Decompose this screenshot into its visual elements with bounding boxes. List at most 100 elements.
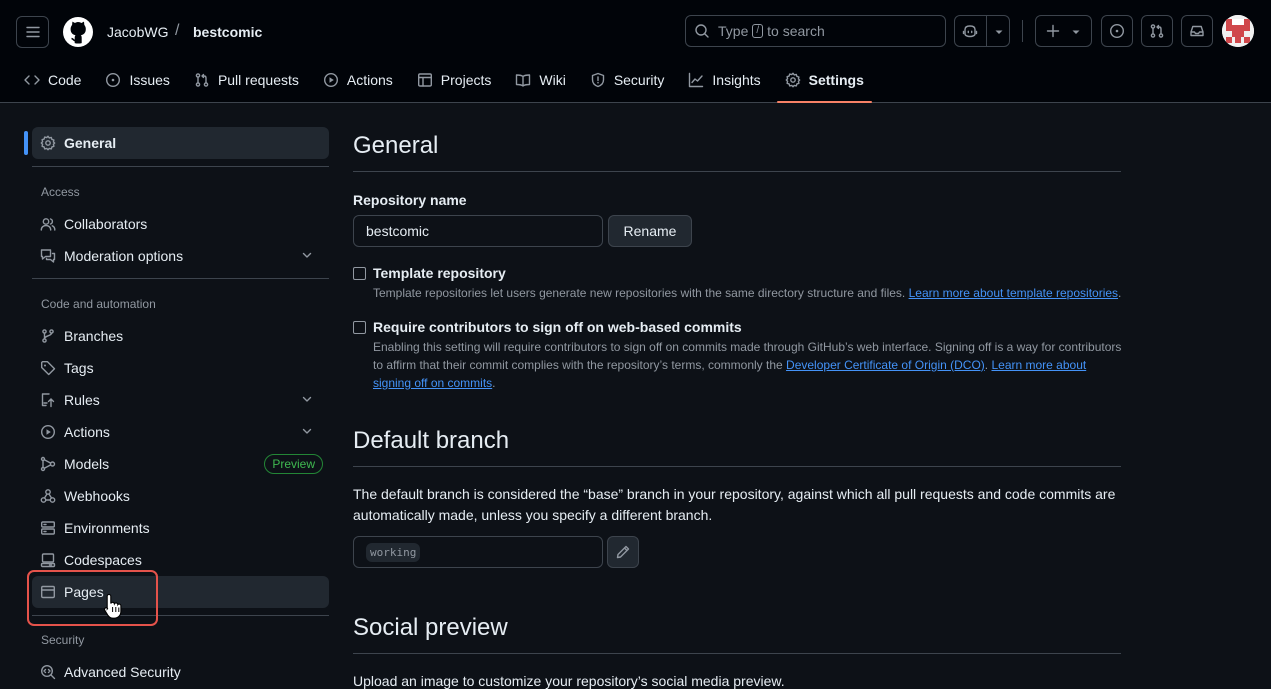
tab-label: Projects: [440, 72, 492, 88]
copilot-icon: [962, 25, 978, 38]
hand-pointer-cursor-icon: [103, 593, 122, 619]
repository-name-input[interactable]: bestcomic: [353, 215, 603, 247]
chevron-down-icon: [302, 428, 312, 434]
sidebar-heading-security: Security: [41, 633, 85, 647]
sign-off-checkbox[interactable]: [353, 321, 366, 334]
page-title: General: [353, 132, 439, 159]
sidebar-item-environments[interactable]: Environments: [32, 512, 329, 544]
github-logo-icon[interactable]: [62, 16, 94, 48]
sidebar-item-rules[interactable]: Rules: [32, 384, 329, 416]
selected-indicator: [24, 131, 28, 155]
dco-link[interactable]: Developer Certificate of Origin (DCO): [786, 358, 985, 372]
sidebar-item-collaborators[interactable]: Collaborators: [32, 208, 329, 240]
tab-label: Security: [613, 72, 665, 88]
repo-tab-nav: Code Issues Pull requests Actions Projec…: [16, 62, 880, 103]
sidebar-item-tags[interactable]: Tags: [32, 352, 329, 384]
sidebar-item-advanced-security[interactable]: Advanced Security: [32, 656, 329, 688]
comment-discussion-icon: [40, 249, 56, 263]
search-input[interactable]: Type / to search: [685, 15, 946, 47]
sidebar-item-models[interactable]: Models Preview: [32, 448, 329, 480]
learn-more-template-link[interactable]: Learn more about template repositories: [909, 286, 1118, 300]
breadcrumb-separator: /: [175, 22, 180, 39]
default-branch-field: working: [353, 536, 603, 568]
sidebar-item-label: Advanced Security: [64, 664, 181, 680]
edit-default-branch-button[interactable]: [607, 536, 639, 568]
codescan-icon: [40, 664, 56, 680]
tab-actions[interactable]: Actions: [315, 62, 401, 98]
sidebar-divider: [32, 166, 329, 167]
sidebar-item-actions[interactable]: Actions: [32, 416, 329, 448]
tab-label: Wiki: [539, 72, 566, 88]
sidebar-item-general[interactable]: General: [32, 127, 329, 159]
sidebar-item-label: Models: [64, 456, 110, 472]
server-icon: [41, 521, 56, 535]
copilot-divider: [986, 16, 987, 46]
gear-icon: [785, 72, 801, 88]
tab-label: Code: [48, 72, 82, 88]
sidebar-item-label: Codespaces: [64, 552, 142, 568]
user-avatar[interactable]: [1222, 15, 1254, 47]
sidebar-item-label: Rules: [64, 392, 100, 408]
copilot-button[interactable]: [954, 15, 1010, 47]
template-repository-note: Template repositories let users generate…: [373, 284, 1123, 302]
sidebar-item-branches[interactable]: Branches: [32, 320, 329, 352]
sidebar-item-label: Environments: [64, 520, 150, 536]
sidebar-item-label: Tags: [64, 360, 94, 376]
breadcrumb-repo-link[interactable]: bestcomic: [193, 24, 262, 40]
sidebar-heading-access: Access: [41, 185, 80, 199]
your-pull-requests-button[interactable]: [1141, 15, 1173, 47]
tab-issues[interactable]: Issues: [97, 62, 177, 98]
tab-code[interactable]: Code: [16, 62, 89, 98]
sidebar-item-webhooks[interactable]: Webhooks: [32, 480, 329, 512]
pages-highlight-box: [27, 570, 158, 626]
section-divider: [353, 171, 1121, 172]
hamburger-icon: [25, 26, 40, 38]
tab-label: Settings: [808, 72, 864, 88]
template-repository-checkbox[interactable]: [353, 267, 366, 280]
default-branch-name: working: [366, 542, 421, 562]
inbox-button[interactable]: [1181, 15, 1213, 47]
sidebar-heading-code-automation: Code and automation: [41, 297, 156, 311]
your-issues-button[interactable]: [1101, 15, 1133, 47]
open-menu-button[interactable]: [16, 16, 49, 48]
section-divider: [353, 653, 1121, 654]
tab-label: Insights: [712, 72, 761, 88]
tab-projects[interactable]: Projects: [409, 62, 500, 98]
sidebar-divider: [32, 278, 329, 279]
caret-down-icon: [1072, 30, 1080, 34]
git-pull-request-icon: [1150, 24, 1164, 38]
sidebar-item-label: Branches: [64, 328, 124, 344]
tab-settings[interactable]: Settings: [776, 62, 873, 103]
sidebar-item-moderation-options[interactable]: Moderation options: [32, 240, 329, 272]
preview-badge: Preview: [264, 454, 323, 474]
create-new-button[interactable]: [1035, 15, 1092, 47]
tag-icon: [41, 361, 56, 376]
tab-security[interactable]: Security: [582, 62, 673, 98]
plus-icon: [1046, 24, 1060, 38]
gear-icon: [40, 135, 56, 151]
tab-wiki[interactable]: Wiki: [507, 62, 573, 98]
webhook-icon: [40, 489, 56, 503]
play-icon: [40, 424, 56, 440]
sidebar-item-label: Collaborators: [64, 216, 148, 232]
play-icon: [323, 72, 338, 88]
section-divider: [353, 466, 1121, 467]
sign-off-label[interactable]: Require contributors to sign off on web-…: [373, 319, 742, 335]
sidebar-item-label: Webhooks: [64, 488, 130, 504]
caret-down-icon[interactable]: [994, 27, 1004, 37]
tab-insights[interactable]: Insights: [680, 62, 768, 98]
repository-name-label: Repository name: [353, 192, 467, 208]
breadcrumb-owner-link[interactable]: JacobWG: [107, 24, 168, 40]
template-repository-label[interactable]: Template repository: [373, 265, 506, 281]
default-branch-description: The default branch is considered the “ba…: [353, 486, 1116, 523]
codespaces-icon: [40, 553, 56, 568]
template-note-text: Template repositories let users generate…: [373, 286, 906, 300]
git-pull-request-icon: [195, 73, 209, 87]
tab-pull-requests[interactable]: Pull requests: [186, 62, 307, 98]
sidebar-item-label: General: [64, 135, 117, 151]
rename-button[interactable]: Rename: [608, 215, 692, 247]
repo-push-icon: [41, 393, 55, 408]
pencil-icon: [616, 545, 630, 559]
shield-icon: [591, 72, 605, 88]
search-icon: [695, 24, 709, 38]
